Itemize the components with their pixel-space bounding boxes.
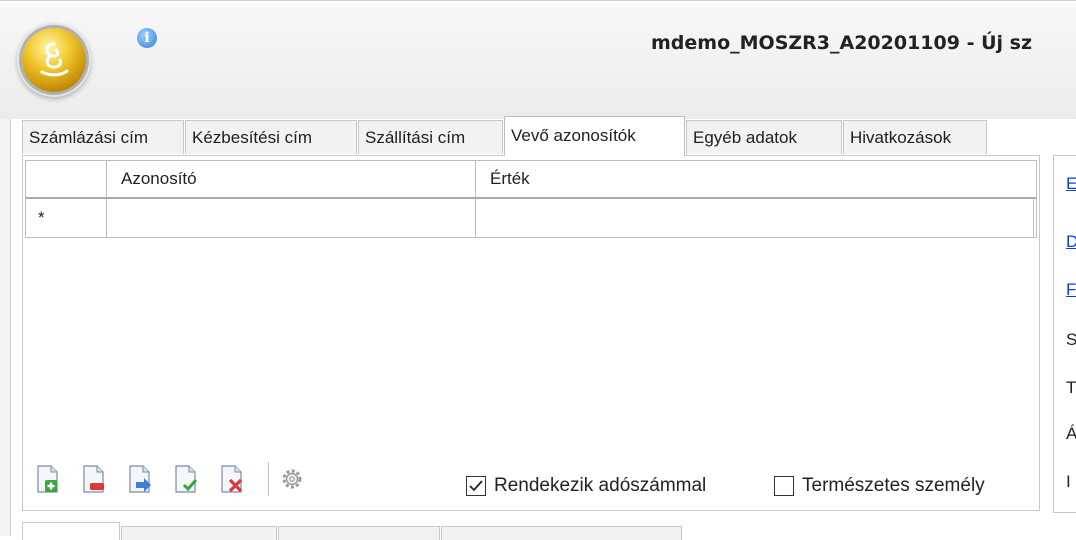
- tab-strip: Számlázási cím Kézbesítési cím Szállítás…: [22, 116, 1062, 156]
- edit-row-icon[interactable]: [172, 464, 200, 494]
- checkbox-checked-icon[interactable]: [466, 476, 486, 496]
- app-logo-icon: [40, 42, 69, 77]
- grid-header-azonosito[interactable]: Azonosító: [107, 161, 476, 197]
- delete-row-icon[interactable]: [80, 464, 108, 494]
- natural-person-checkbox[interactable]: Természetes személy: [768, 473, 1030, 507]
- vat-number-label: Rendekezik adószámmal: [494, 475, 707, 496]
- move-row-icon[interactable]: [126, 464, 154, 494]
- grid-header-selector: [26, 161, 107, 197]
- tab-kezbesitesi-cim[interactable]: Kézbesítési cím: [185, 120, 357, 154]
- grid-header-ertek[interactable]: Érték: [476, 161, 1036, 197]
- cancel-row-icon[interactable]: [218, 464, 246, 494]
- checkbox-unchecked-icon[interactable]: [774, 476, 794, 496]
- bottom-tab-2[interactable]: [121, 526, 277, 540]
- vat-number-checkbox[interactable]: Rendekezik adószámmal: [460, 473, 752, 507]
- cell-azonosito[interactable]: [107, 199, 476, 237]
- bottom-tab-1[interactable]: [22, 522, 120, 540]
- app-menu-orb-button[interactable]: [22, 28, 86, 92]
- info-icon[interactable]: i: [137, 28, 157, 48]
- tab-hivatkozasok[interactable]: Hivatkozások: [843, 120, 987, 154]
- right-link-d[interactable]: D: [1066, 232, 1076, 252]
- add-row-icon[interactable]: [34, 464, 62, 494]
- right-label-t: T: [1066, 378, 1076, 397]
- toolbar-separator: [268, 462, 269, 496]
- new-row-marker: *: [26, 199, 107, 237]
- settings-gear-icon[interactable]: [278, 464, 306, 494]
- tab-egyeb-adatok[interactable]: Egyéb adatok: [686, 120, 842, 154]
- right-link-f[interactable]: F: [1066, 280, 1076, 300]
- bottom-tab-4[interactable]: [441, 526, 682, 540]
- bottom-tab-3[interactable]: [278, 526, 440, 540]
- right-label-a: Á: [1066, 424, 1076, 443]
- right-link-e[interactable]: E: [1066, 174, 1076, 194]
- tab-szamlazasi-cim[interactable]: Számlázási cím: [22, 120, 184, 154]
- natural-person-label: Természetes személy: [802, 475, 985, 496]
- tab-szallitasi-cim[interactable]: Szállítási cím: [358, 120, 503, 154]
- right-label-s: S: [1066, 330, 1076, 349]
- window-title: mdemo_MOSZR3_A20201109 - Új sz: [651, 32, 1033, 54]
- table-row[interactable]: *: [26, 199, 1036, 237]
- right-label-i: I: [1066, 472, 1071, 491]
- customer-id-grid: Azonosító Érték *: [25, 160, 1037, 238]
- ribbon-header: [0, 0, 1076, 119]
- tab-vevo-azonositok[interactable]: Vevő azonosítók: [504, 116, 685, 156]
- grid-header-row: Azonosító Érték: [26, 161, 1036, 199]
- cell-ertek[interactable]: [476, 199, 1034, 237]
